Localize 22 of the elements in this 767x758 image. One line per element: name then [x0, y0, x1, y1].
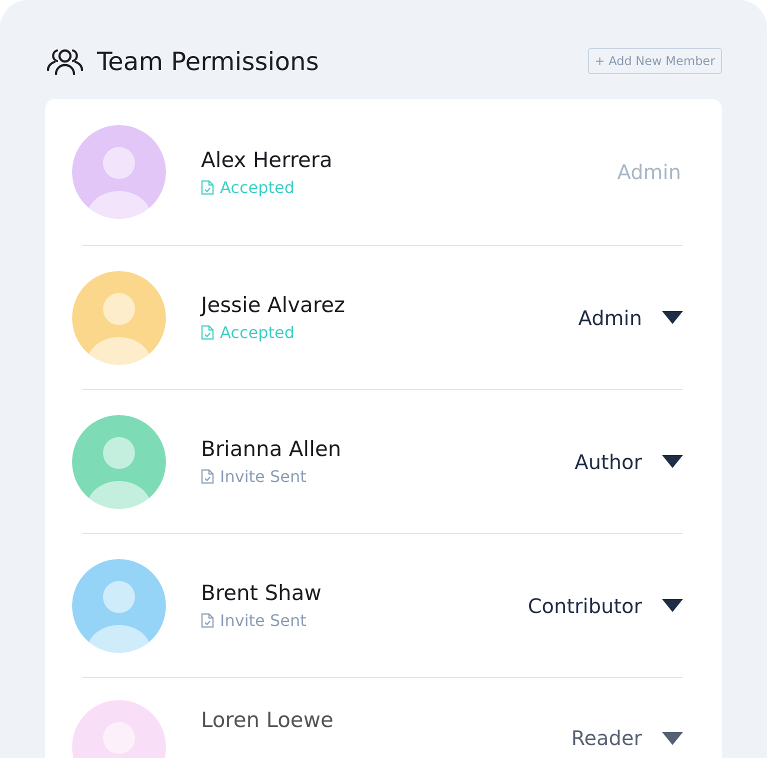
role-dropdown[interactable]: Admin	[578, 306, 683, 330]
caret-icon	[662, 455, 683, 468]
invite-status: Invite Sent	[220, 611, 306, 630]
member-name: Brent Shaw	[201, 581, 322, 605]
document-check-icon	[201, 469, 214, 484]
member-name: Loren Loewe	[201, 708, 334, 732]
caret-icon	[662, 599, 683, 612]
member-name: Alex Herrera	[201, 148, 334, 172]
document-check-icon	[201, 325, 214, 340]
member-name: Brianna Allen	[201, 437, 342, 461]
invite-status: Invite Sent	[220, 467, 306, 486]
invite-status: Accepted	[220, 323, 295, 342]
role-dropdown[interactable]: Reader	[571, 726, 683, 750]
role-dropdown[interactable]: Contributor	[528, 594, 683, 618]
member-name: Jessie Alvarez	[201, 293, 346, 317]
role-dropdown[interactable]: Author	[574, 450, 683, 474]
page-title: Team Permissions	[97, 46, 319, 76]
caret-icon	[662, 311, 683, 324]
document-check-icon	[201, 180, 214, 194]
invite-status: Accepted	[220, 178, 295, 196]
document-check-icon	[201, 613, 214, 628]
caret-icon	[662, 732, 683, 744]
